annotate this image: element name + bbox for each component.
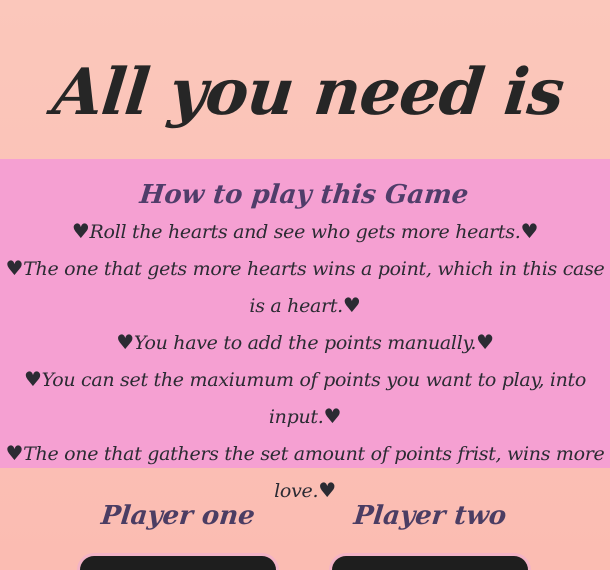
rules-list: ♥Roll the hearts and see who gets more h… [0,213,610,509]
player-one-name: Player one [99,501,257,531]
players-area: Player one Player two [0,468,610,570]
player-two-name: Player two [352,501,508,531]
heart-icon: ♥ [5,256,24,280]
heart-icon: ♥ [342,293,361,317]
heart-icon: ♥ [476,330,494,354]
heart-icon: ♥ [116,330,134,354]
heart-icon: ♥ [5,441,24,465]
rule-text: Roll the hearts and see who gets more he… [89,221,521,243]
rule-text: You can set the maxiumum of points you w… [41,369,587,428]
rules-heading: How to play this Game [138,180,470,210]
rules-panel: How to play this Game ♥Roll the hearts a… [0,159,610,502]
rule-item: ♥The one that gets more hearts wins a po… [2,250,608,324]
heart-icon: ♥ [323,404,342,428]
heart-icon: ♥ [71,219,90,243]
rule-text: The one that gets more hearts wins a poi… [23,258,605,317]
player-two: Player two [330,496,530,536]
heart-icon: ♥ [23,367,42,391]
rule-item: ♥You can set the maxiumum of points you … [2,361,608,435]
player-two-dice-box [332,556,528,570]
rule-item: ♥Roll the hearts and see who gets more h… [2,213,608,250]
heart-icon: ♥ [520,219,539,243]
rule-item: ♥You have to add the points manually.♥ [2,324,608,361]
player-one: Player one [78,496,278,536]
player-one-dice-box [80,556,276,570]
rule-text: You have to add the points manually. [133,332,477,354]
